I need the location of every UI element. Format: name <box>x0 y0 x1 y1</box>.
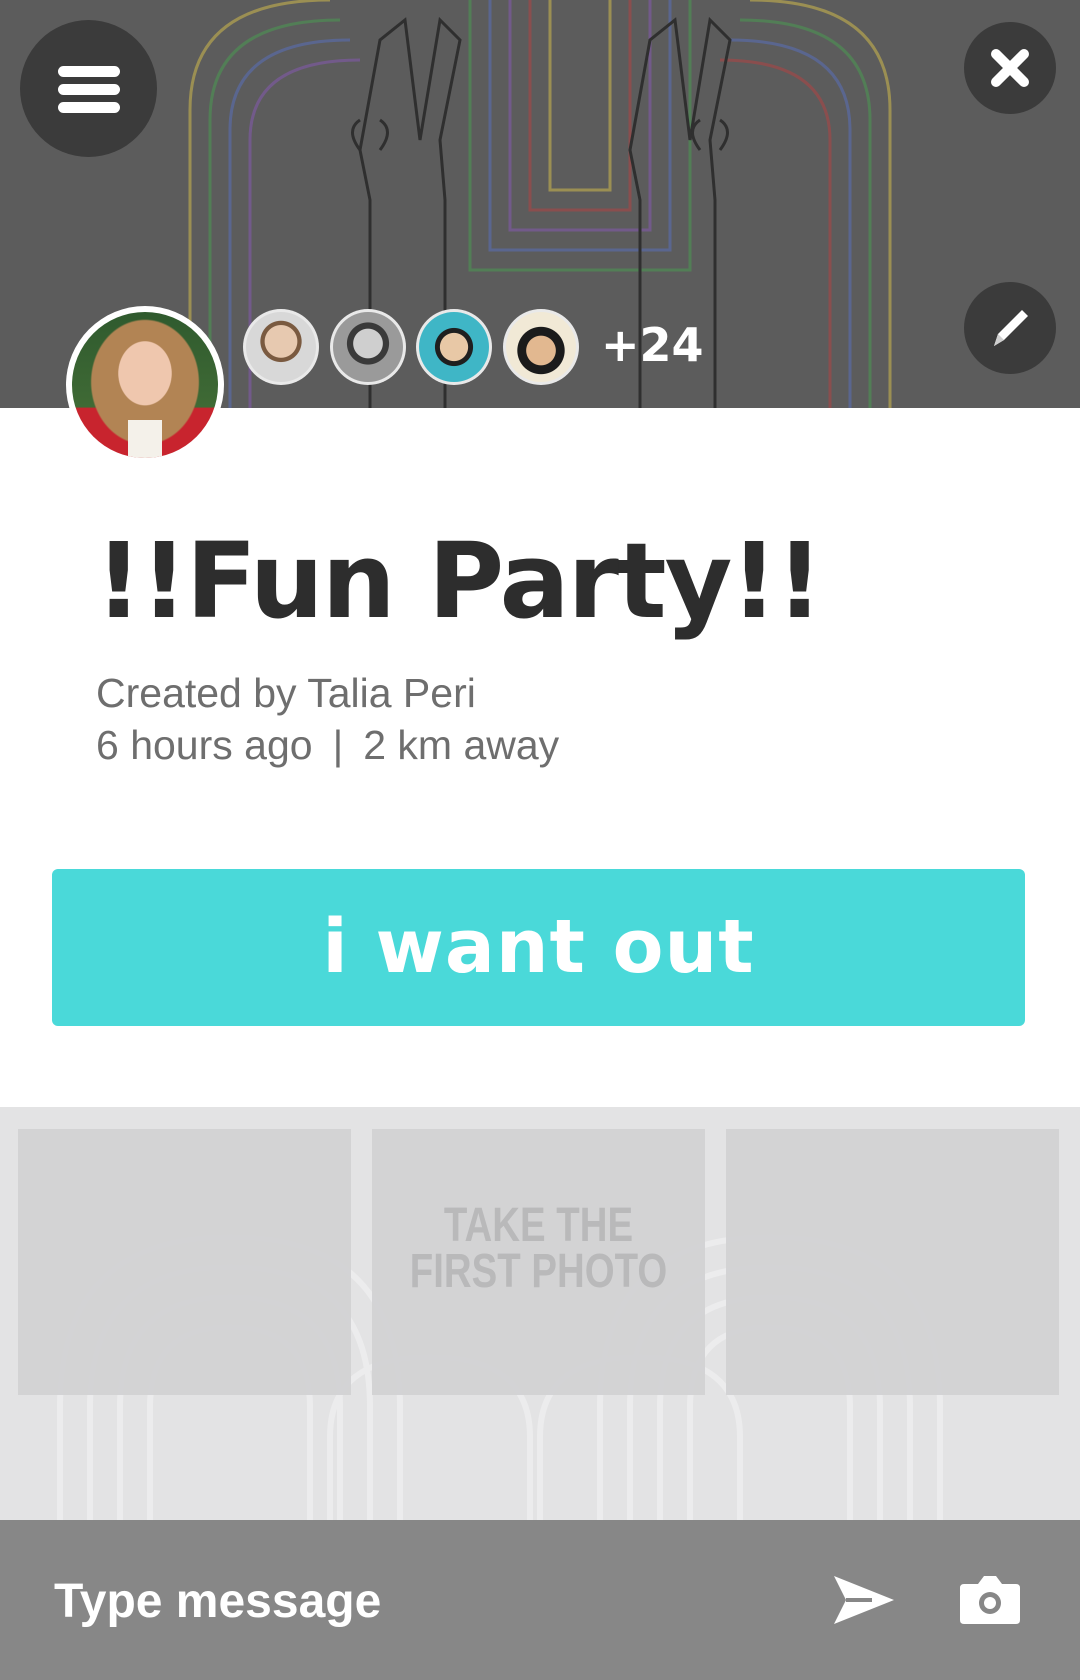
close-button[interactable] <box>964 22 1056 114</box>
leave-event-button[interactable]: i want out <box>52 869 1025 1026</box>
attendee-overflow-count[interactable]: +24 <box>601 318 704 372</box>
event-meta: 6 hours ago | 2 km away <box>96 722 559 769</box>
edit-button[interactable] <box>964 282 1056 374</box>
event-creator: Created by Talia Peri <box>96 670 476 716</box>
take-first-photo-prompt[interactable]: TAKE THE FIRST PHOTO <box>405 1202 671 1296</box>
attendee-avatar[interactable] <box>243 309 319 385</box>
photo-slot[interactable] <box>726 1129 1059 1395</box>
pencil-icon <box>994 310 1028 346</box>
attendee-avatar[interactable] <box>330 309 406 385</box>
message-composer <box>0 1520 1080 1680</box>
menu-button[interactable] <box>20 20 157 157</box>
message-input[interactable] <box>52 1570 756 1632</box>
camera-icon[interactable] <box>958 1568 1022 1628</box>
photo-gallery: TAKE THE FIRST PHOTO <box>0 1107 1080 1520</box>
close-icon <box>991 49 1029 87</box>
meta-separator: | <box>332 722 344 768</box>
send-icon[interactable] <box>832 1568 896 1632</box>
attendee-avatar[interactable] <box>416 309 492 385</box>
event-distance: 2 km away <box>363 722 560 768</box>
photo-slot[interactable] <box>18 1129 351 1395</box>
hamburger-menu-icon <box>58 66 120 77</box>
attendee-avatar[interactable] <box>503 309 579 385</box>
event-title: !!Fun Party!! <box>95 520 823 642</box>
creator-avatar[interactable] <box>66 306 224 464</box>
event-time: 6 hours ago <box>96 722 313 768</box>
